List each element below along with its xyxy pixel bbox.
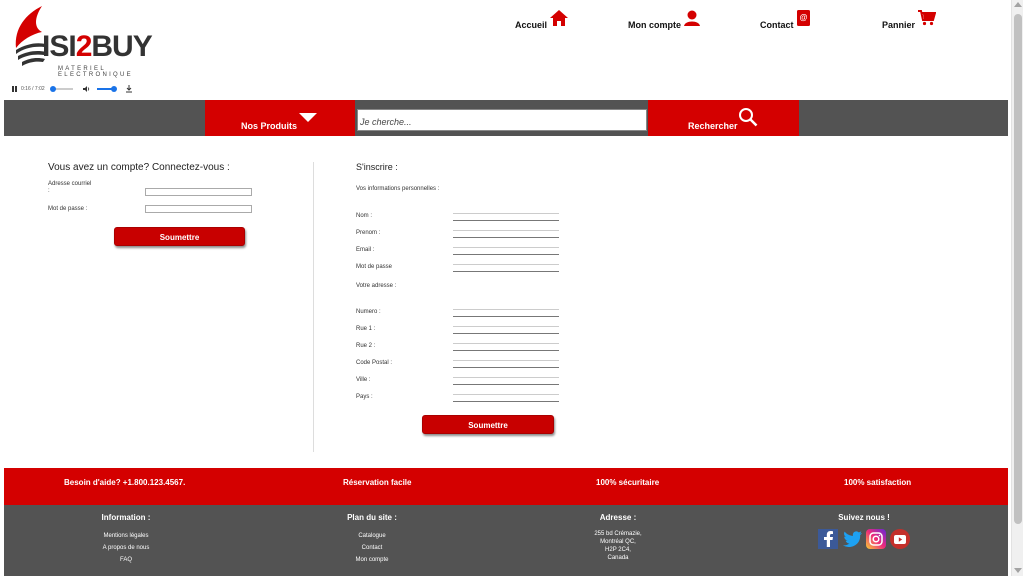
site-footer: Information : Mentions légales A propos … <box>4 505 1008 576</box>
svg-text:@: @ <box>799 13 807 22</box>
pause-icon[interactable] <box>12 86 17 92</box>
login-email-field[interactable] <box>145 188 252 196</box>
footer-sitemap: Plan du site : Catalogue Contact Mon com… <box>312 513 432 566</box>
youtube-icon[interactable] <box>890 529 910 549</box>
field-label-postal-code: Code Postal : <box>356 360 393 366</box>
home-icon <box>550 10 569 26</box>
benefit-secure: 100% sécuritaire <box>596 478 660 487</box>
register-ville-field[interactable] <box>453 377 559 385</box>
email-label: Adresse courriel : <box>48 181 92 194</box>
benefit-satisfaction: 100% satisfaction <box>844 478 912 487</box>
register-nom-field[interactable] <box>453 213 559 221</box>
footer-address: Adresse : 255 bd Crémazie, Montréal QC, … <box>558 513 678 562</box>
nav-home[interactable]: Accueil <box>515 10 569 30</box>
search-icon <box>739 108 758 127</box>
register-password-field[interactable] <box>453 264 559 272</box>
login-submit-button[interactable]: Soumettre <box>114 227 245 246</box>
field-label-ville: Ville : <box>356 377 371 383</box>
download-icon[interactable] <box>125 85 133 93</box>
benefit-reservation: Réservation facile <box>343 478 412 487</box>
facebook-icon[interactable] <box>818 529 838 549</box>
register-prenom-field[interactable] <box>453 230 559 238</box>
footer-plan-title: Plan du site : <box>347 513 397 522</box>
volume-icon[interactable] <box>82 85 91 93</box>
address-line: 255 bd Crémazie, <box>594 531 642 537</box>
column-divider <box>313 162 314 452</box>
user-icon <box>684 10 700 26</box>
footer-link-account[interactable]: Mon compte <box>312 554 432 566</box>
field-label-rue1: Rue 1 : <box>356 326 376 332</box>
scroll-thumb[interactable] <box>1014 14 1022 524</box>
register-title: S'inscrire : <box>356 162 398 172</box>
address-line: H2P 2C4, <box>605 547 631 553</box>
footer-link-mentions[interactable]: Mentions légales <box>66 530 186 542</box>
address-heading: Votre adresse : <box>356 283 397 289</box>
register-rue2-field[interactable] <box>453 343 559 351</box>
footer-social-title: Suivez nous ! <box>838 513 890 522</box>
address-line: Montréal QC, <box>600 539 636 545</box>
footer-information: Information : Mentions légales A propos … <box>66 513 186 566</box>
register-rue1-field[interactable] <box>453 326 559 334</box>
audio-progress-slider[interactable] <box>49 86 73 92</box>
logo-tagline: MATERIEL ELECTRONIQUE <box>58 66 133 78</box>
login-password-field[interactable] <box>145 205 252 213</box>
address-line: Canada <box>607 555 629 561</box>
nav-account[interactable]: Mon compte <box>628 10 700 30</box>
search-button[interactable]: Rechercher <box>648 100 799 136</box>
footer-link-about[interactable]: A propos de nous <box>66 542 186 554</box>
nav-contact[interactable]: Contact @ <box>760 10 810 30</box>
field-label-numero: Numero : <box>356 309 381 315</box>
search-input[interactable] <box>357 109 647 131</box>
field-label-password: Mot de passe <box>356 264 393 270</box>
help-phone: Besoin d'aide? +1.800.123.4567. <box>64 478 186 487</box>
login-title: Vous avez un compte? Connectez-vous : <box>48 162 230 173</box>
field-label-prenom: Prenom : <box>356 230 381 236</box>
register-pays-field[interactable] <box>453 394 559 402</box>
footer-link-catalogue[interactable]: Catalogue <box>312 530 432 542</box>
register-numero-field[interactable] <box>453 309 559 317</box>
field-label-nom: Nom : <box>356 213 373 219</box>
volume-slider[interactable] <box>96 86 117 92</box>
footer-link-faq[interactable]: FAQ <box>66 554 186 566</box>
scroll-up-arrow[interactable] <box>1014 2 1022 7</box>
chevron-down-icon <box>299 113 317 122</box>
vertical-scrollbar[interactable] <box>1011 0 1023 576</box>
twitter-icon[interactable] <box>842 529 862 549</box>
top-navigation: Accueil Mon compte Contact @ Pannier <box>0 10 1000 36</box>
password-label: Mot de passe : <box>48 206 88 212</box>
personal-info-heading: Vos informations personnelles : <box>356 186 440 192</box>
field-label-email: Email : <box>356 247 375 253</box>
field-label-rue2: Rue 2 : <box>356 343 376 349</box>
footer-social: Suivez nous ! <box>804 513 924 549</box>
cart-icon <box>918 10 937 26</box>
scroll-down-arrow[interactable] <box>1014 568 1022 573</box>
footer-info-title: Information : <box>101 513 151 522</box>
audio-player: 0:16 / 7:02 <box>12 84 133 94</box>
field-label-pays: Pays : <box>356 394 373 400</box>
nav-cart[interactable]: Pannier <box>882 10 937 30</box>
benefits-strip: Besoin d'aide? +1.800.123.4567. Réservat… <box>4 468 1008 505</box>
footer-link-contact[interactable]: Contact <box>312 542 432 554</box>
register-submit-button[interactable]: Soumettre <box>422 415 554 434</box>
footer-address-title: Adresse : <box>599 513 637 522</box>
audio-time: 0:16 / 7:02 <box>21 86 45 92</box>
register-email-field[interactable] <box>453 247 559 255</box>
products-dropdown-button[interactable]: Nos Produits <box>205 100 355 136</box>
contact-icon: @ <box>796 10 810 26</box>
instagram-icon[interactable] <box>866 529 886 549</box>
register-postal-code-field[interactable] <box>453 360 559 368</box>
